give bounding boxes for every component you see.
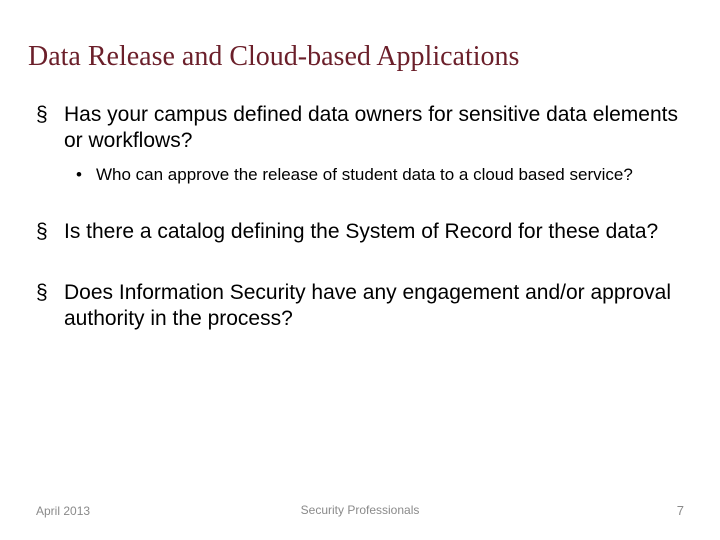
slide-title: Data Release and Cloud-based Application… [28, 40, 692, 74]
slide: Data Release and Cloud-based Application… [0, 0, 720, 540]
sub-bullet-text: Who can approve the release of student d… [96, 165, 633, 184]
bullet-item: Is there a catalog defining the System o… [34, 219, 692, 245]
sub-bullet-item: Who can approve the release of student d… [64, 164, 692, 185]
footer-date: April 2013 [36, 504, 90, 518]
sub-bullet-list: Who can approve the release of student d… [64, 164, 692, 185]
bullet-text: Does Information Security have any engag… [64, 281, 671, 330]
bullet-text: Is there a catalog defining the System o… [64, 220, 658, 243]
bullet-text: Has your campus defined data owners for … [64, 103, 678, 152]
slide-footer: April 2013 Security Professionals 7 [0, 503, 720, 518]
footer-center: Security Professionals [301, 503, 420, 517]
slide-body: Has your campus defined data owners for … [28, 102, 692, 333]
footer-page-number: 7 [677, 503, 684, 518]
bullet-item: Has your campus defined data owners for … [34, 102, 692, 186]
bullet-list: Has your campus defined data owners for … [34, 102, 692, 333]
bullet-item: Does Information Security have any engag… [34, 280, 692, 333]
